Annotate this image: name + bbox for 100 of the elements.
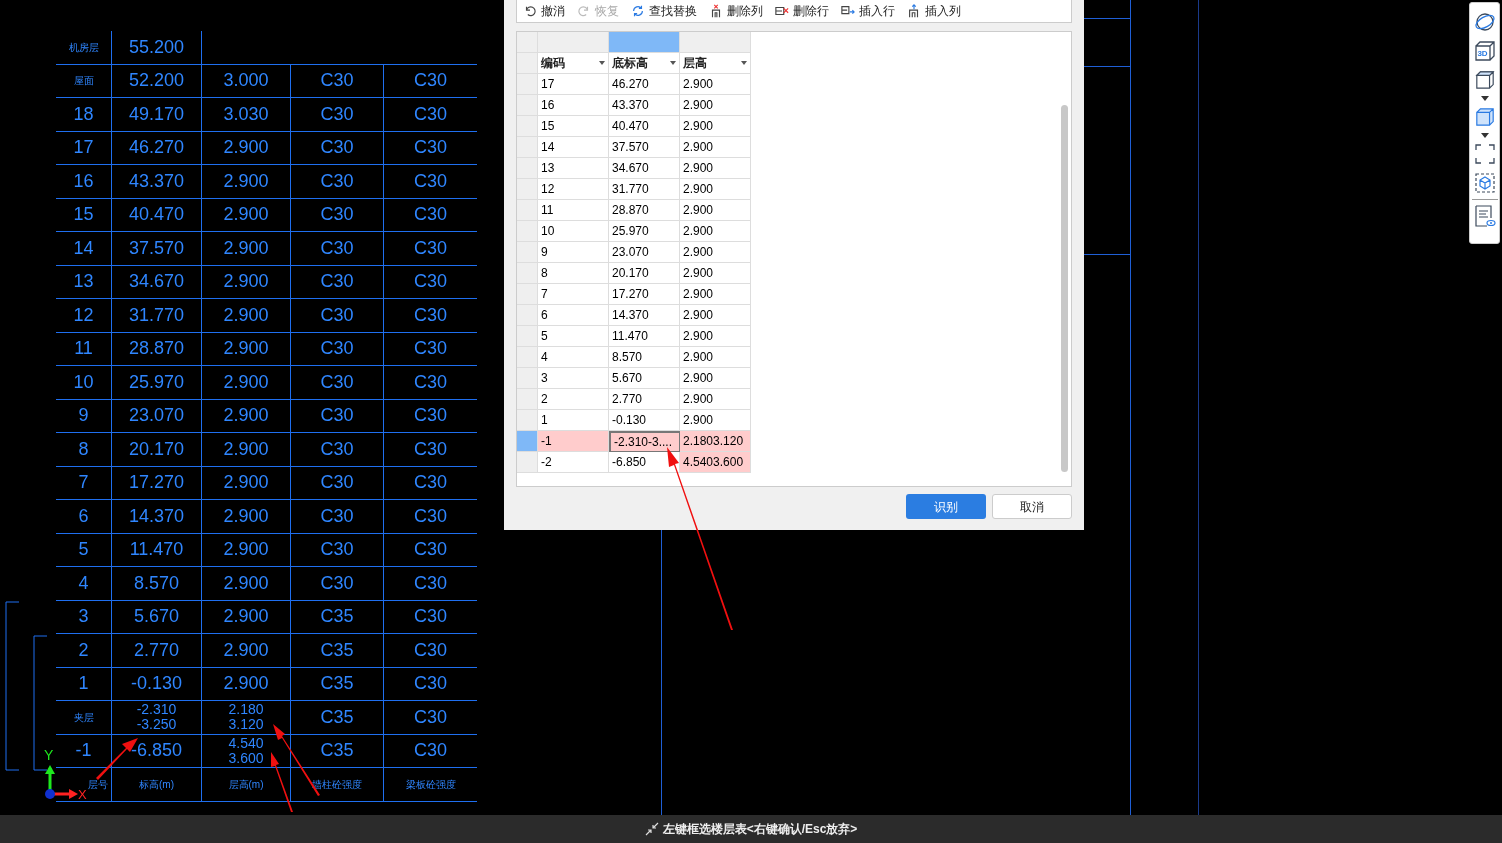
table-cell[interactable]: 9 (538, 242, 609, 263)
row-header[interactable] (517, 74, 538, 95)
table-cell[interactable]: 2 (538, 389, 609, 410)
table-cell[interactable]: 2.900 (680, 116, 751, 137)
table-cell[interactable]: 34.670 (609, 158, 680, 179)
row-header[interactable] (517, 284, 538, 305)
table-cell[interactable]: 6 (538, 305, 609, 326)
table-cell[interactable]: 17 (538, 74, 609, 95)
table-cell[interactable]: 46.270 (609, 74, 680, 95)
table-cell[interactable]: 2.900 (680, 305, 751, 326)
table-cell[interactable]: 25.970 (609, 221, 680, 242)
delete-column-button[interactable]: 删除列 (709, 2, 763, 20)
caret-icon[interactable] (1480, 96, 1489, 101)
table-cell[interactable]: 14 (538, 137, 609, 158)
table-cell[interactable]: -0.130 (609, 410, 680, 431)
column-header[interactable]: 编码 (538, 53, 609, 74)
table-cell[interactable]: 2.900 (680, 221, 751, 242)
delete-row-button[interactable]: 删除行 (775, 2, 829, 20)
undo-button[interactable]: 撤消 (523, 2, 565, 20)
table-cell[interactable]: 16 (538, 95, 609, 116)
table-cell[interactable]: 14.370 (609, 305, 680, 326)
row-header[interactable] (517, 389, 538, 410)
table-cell[interactable]: 10 (538, 221, 609, 242)
table-cell[interactable]: 13 (538, 158, 609, 179)
table-cell[interactable]: 23.070 (609, 242, 680, 263)
filter-caret-icon[interactable] (670, 61, 676, 65)
table-cell[interactable]: 43.370 (609, 95, 680, 116)
table-cell[interactable]: 12 (538, 179, 609, 200)
column-selector[interactable] (538, 32, 609, 53)
cancel-button[interactable]: 取消 (992, 494, 1072, 519)
scrollbar[interactable] (1061, 105, 1068, 472)
table-cell[interactable]: 37.570 (609, 137, 680, 158)
table-cell[interactable]: 11.470 (609, 326, 680, 347)
insert-column-button[interactable]: 插入列 (907, 2, 961, 20)
table-cell[interactable]: 2.900 (680, 368, 751, 389)
table-cell[interactable]: -2.310-3.... (609, 431, 680, 452)
row-header[interactable] (517, 452, 538, 473)
row-header[interactable] (517, 116, 538, 137)
table-cell[interactable]: 2.900 (680, 200, 751, 221)
table-cell[interactable]: 2.900 (680, 158, 751, 179)
table-cell[interactable]: 2.1803.120 (680, 431, 751, 452)
column-selector[interactable] (609, 32, 680, 53)
table-cell[interactable]: 2.900 (680, 95, 751, 116)
table-cell[interactable]: 7 (538, 284, 609, 305)
recognize-button[interactable]: 识别 (906, 494, 986, 519)
table-cell[interactable]: -2 (538, 452, 609, 473)
replace-button[interactable]: 查找替换 (631, 2, 697, 20)
table-cell[interactable]: 2.900 (680, 137, 751, 158)
column-header[interactable]: 底标高 (609, 53, 680, 74)
row-header[interactable] (517, 242, 538, 263)
table-cell[interactable]: 2.900 (680, 284, 751, 305)
row-header[interactable] (517, 263, 538, 284)
corner-cell[interactable] (517, 32, 538, 53)
table-cell[interactable]: 1 (538, 410, 609, 431)
table-cell[interactable]: 8 (538, 263, 609, 284)
row-header[interactable] (517, 179, 538, 200)
table-cell[interactable]: 40.470 (609, 116, 680, 137)
table-cell[interactable]: -6.850 (609, 452, 680, 473)
row-header[interactable] (517, 326, 538, 347)
table-cell[interactable]: 2.900 (680, 410, 751, 431)
table-cell[interactable]: 31.770 (609, 179, 680, 200)
column-selector[interactable] (680, 32, 751, 53)
filter-caret-icon[interactable] (599, 61, 605, 65)
caret-icon[interactable] (1480, 133, 1489, 138)
table-cell[interactable]: 2.900 (680, 347, 751, 368)
table-cell[interactable]: 11 (538, 200, 609, 221)
filter-caret-icon[interactable] (741, 61, 747, 65)
table-cell[interactable]: 2.900 (680, 326, 751, 347)
3d-view-button[interactable]: 3D (1471, 38, 1498, 64)
table-cell[interactable]: 2.900 (680, 263, 751, 284)
table-cell[interactable]: 4 (538, 347, 609, 368)
table-cell[interactable]: 5.670 (609, 368, 680, 389)
table-cell[interactable]: 3 (538, 368, 609, 389)
table-cell[interactable]: 4.5403.600 (680, 452, 751, 473)
row-header[interactable] (517, 368, 538, 389)
row-header[interactable] (517, 431, 538, 452)
table-cell[interactable]: 28.870 (609, 200, 680, 221)
table-cell[interactable]: 2.900 (680, 179, 751, 200)
table-cell[interactable]: 2.770 (609, 389, 680, 410)
table-cell[interactable]: -1 (538, 431, 609, 452)
row-header[interactable] (517, 158, 538, 179)
table-cell[interactable]: 20.170 (609, 263, 680, 284)
table-cell[interactable]: 8.570 (609, 347, 680, 368)
table-cell-text: C30 (413, 471, 448, 495)
row-header[interactable] (517, 305, 538, 326)
row-header[interactable] (517, 137, 538, 158)
column-header[interactable]: 层高 (680, 53, 751, 74)
table-cell[interactable]: 17.270 (609, 284, 680, 305)
row-header[interactable] (517, 95, 538, 116)
row-header[interactable] (517, 410, 538, 431)
table-cell[interactable]: 2.900 (680, 242, 751, 263)
row-header[interactable] (517, 200, 538, 221)
table-cell[interactable]: 15 (538, 116, 609, 137)
table-cell[interactable]: 2.900 (680, 389, 751, 410)
row-header[interactable] (517, 221, 538, 242)
table-cell: C30 (291, 131, 384, 164)
table-cell[interactable]: 2.900 (680, 74, 751, 95)
table-cell[interactable]: 5 (538, 326, 609, 347)
row-header[interactable] (517, 347, 538, 368)
insert-row-button[interactable]: 插入行 (841, 2, 895, 20)
